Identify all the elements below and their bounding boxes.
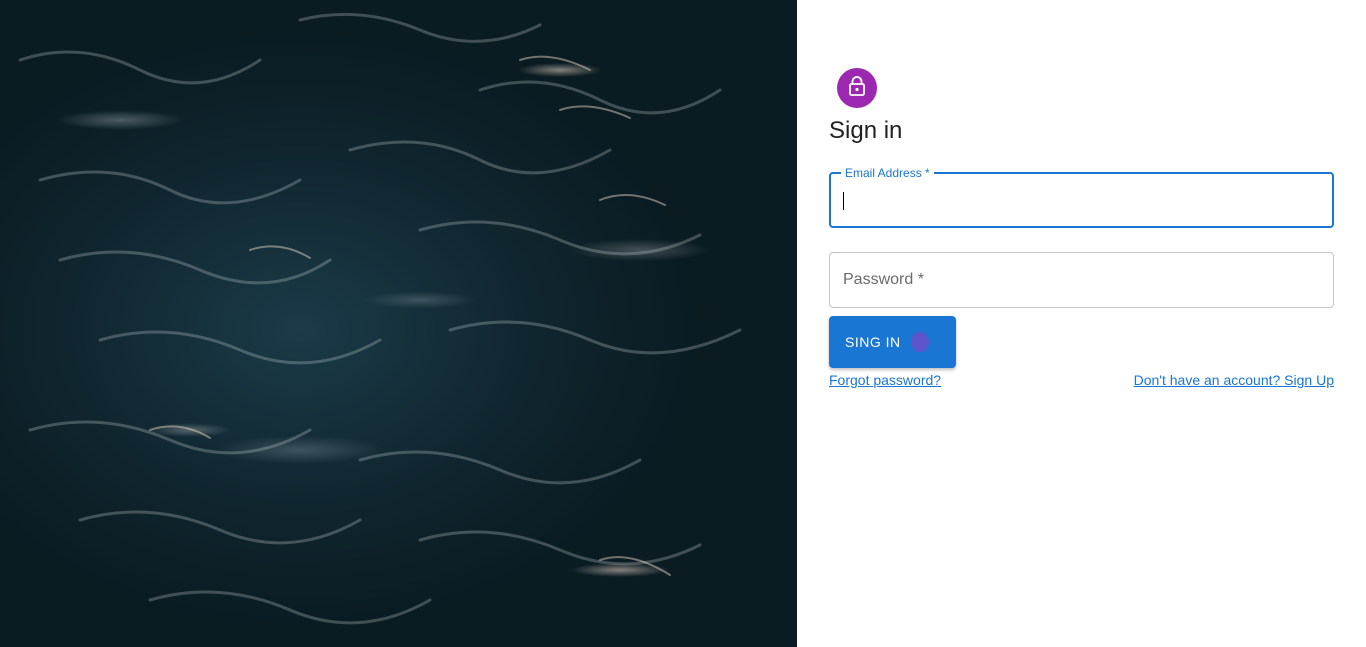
text-caret: [843, 192, 844, 210]
signin-panel: Sign in Email Address * Password * SING …: [797, 0, 1366, 647]
forgot-password-link[interactable]: Forgot password?: [829, 372, 941, 388]
signin-page: Sign in Email Address * Password * SING …: [0, 0, 1366, 647]
lock-icon: [848, 75, 866, 101]
password-input[interactable]: [844, 253, 1318, 307]
hero-image: [0, 0, 797, 647]
sign-up-link[interactable]: Don't have an account? Sign Up: [1134, 372, 1334, 388]
email-input[interactable]: [845, 174, 1319, 228]
form-links: Forgot password? Don't have an account? …: [829, 372, 1334, 388]
sign-in-button-label: SING IN: [845, 334, 901, 350]
water-ripples: [18, 12, 742, 625]
page-title: Sign in: [829, 117, 903, 144]
click-ripple: [911, 332, 929, 352]
password-field[interactable]: Password *: [829, 252, 1334, 308]
sign-in-button[interactable]: SING IN: [829, 316, 956, 368]
lock-avatar: [837, 68, 877, 108]
email-field[interactable]: Email Address *: [829, 166, 1334, 228]
